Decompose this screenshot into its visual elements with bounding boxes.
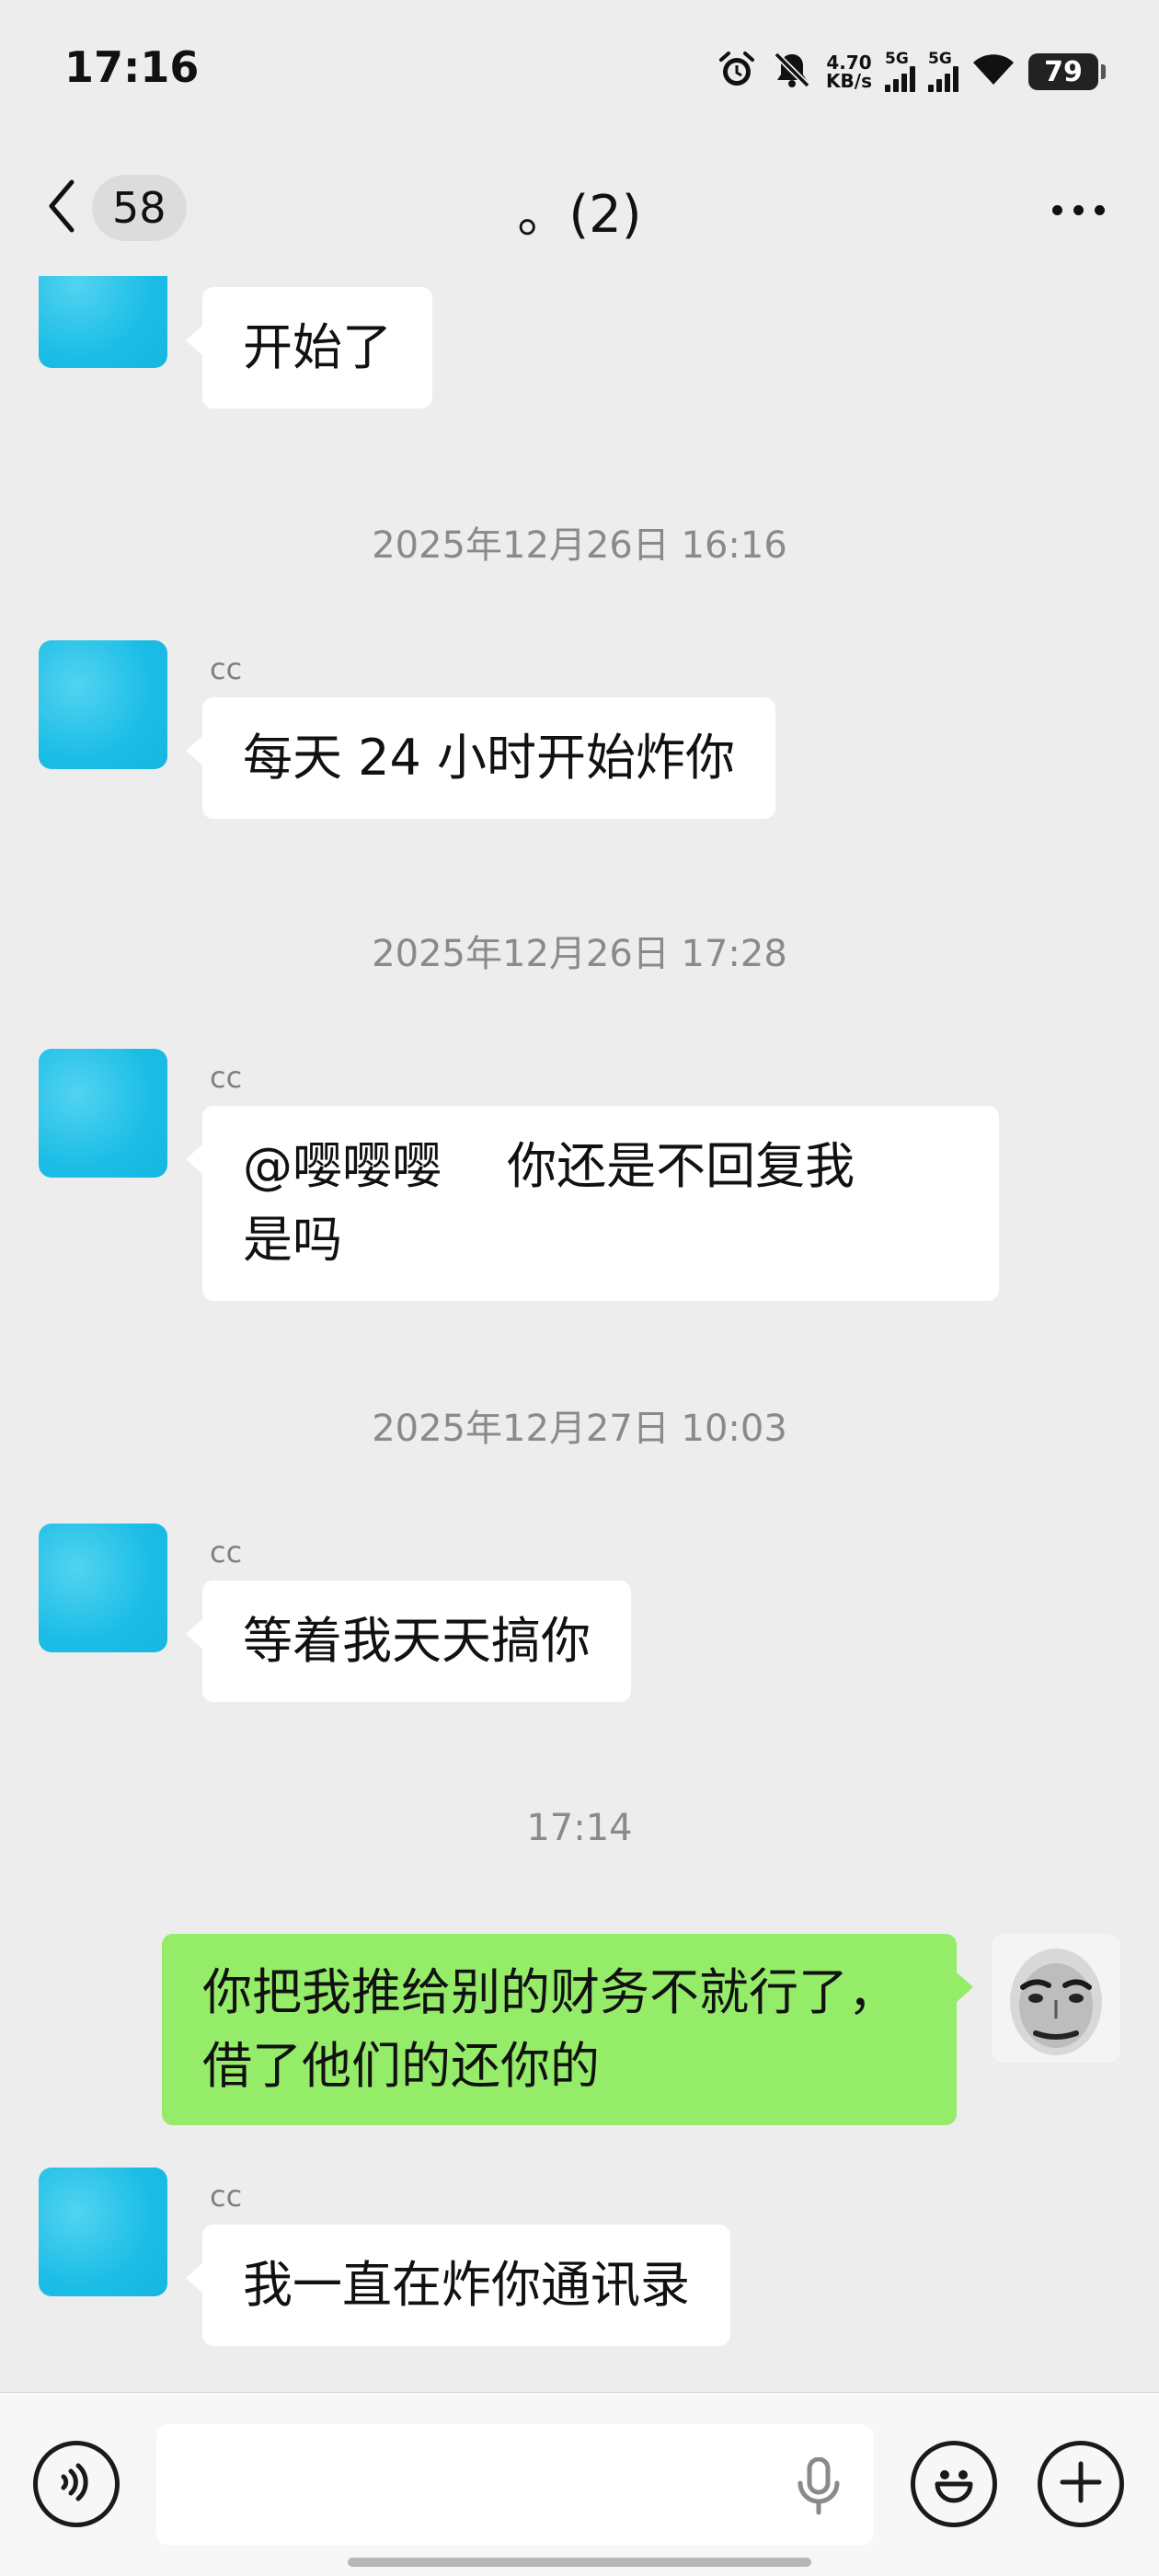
more-options-button[interactable] [1041, 182, 1115, 237]
sender-name: cc [210, 1060, 243, 1095]
message-bubble[interactable]: 开始了 [186, 287, 432, 408]
more-dot [1073, 204, 1084, 215]
status-time: 17:16 [64, 42, 200, 92]
voice-mode-button[interactable] [33, 2441, 120, 2527]
chat-title: 。(2) [517, 185, 642, 245]
emoji-icon [926, 2455, 981, 2513]
network-speed-value: 4.70 [826, 52, 872, 74]
message-text: 等着我天天搞你 [243, 1612, 591, 1670]
microphone-icon[interactable] [793, 2456, 844, 2516]
signal-icon: 5G [885, 52, 915, 92]
plus-icon [1055, 2456, 1107, 2512]
chat-header: 58 。(2) [0, 138, 1159, 276]
avatar[interactable] [39, 276, 167, 368]
voice-mode-icon [51, 2456, 102, 2512]
avatar[interactable] [39, 640, 167, 769]
sender-name: cc [210, 2179, 243, 2214]
message-bubble[interactable]: @嘤嘤嘤 你还是不回复我 是吗 [186, 1106, 999, 1301]
sender-name: cc [210, 651, 243, 686]
message-list[interactable]: 开始了 2025年12月26日 16:16 cc 每天 24 小时开始炸你 20… [0, 276, 1159, 2392]
network-speed: 4.70 KB/s [826, 53, 872, 90]
input-bar [0, 2392, 1159, 2576]
message-text-line: 是吗 [243, 1211, 342, 1269]
avatar[interactable] [39, 2168, 167, 2296]
timestamp: 2025年12月27日 10:03 [372, 1408, 787, 1450]
message-text-line: 你把我推给别的财务不就行了， [202, 1963, 898, 2021]
message-text: 开始了 [243, 318, 392, 376]
battery-icon: 79 [1028, 53, 1106, 90]
emoji-button[interactable] [911, 2441, 997, 2527]
timestamp: 17:14 [526, 1807, 633, 1849]
signal-type-label: 5G [928, 50, 952, 68]
more-functions-button[interactable] [1038, 2441, 1124, 2527]
alarm-icon [716, 49, 758, 95]
my-avatar[interactable] [992, 1934, 1120, 2063]
mute-icon [771, 49, 813, 95]
message-input[interactable] [156, 2424, 874, 2546]
battery-level: 79 [1044, 55, 1083, 88]
message-bubble[interactable]: 每天 24 小时开始炸你 [185, 697, 776, 819]
signal-type-label: 5G [885, 50, 909, 68]
message-bubble[interactable]: 等着我天天搞你 [186, 1581, 631, 1702]
avatar[interactable] [39, 1524, 167, 1652]
timestamp: 2025年12月26日 17:28 [372, 933, 787, 975]
message-text-line: @嘤嘤嘤 你还是不回复我 [243, 1137, 855, 1195]
message-bubble-outgoing[interactable]: 你把我推给别的财务不就行了， 借了他们的还你的 [162, 1934, 973, 2125]
message-text-line: 借了他们的还你的 [202, 2037, 600, 2095]
avatar[interactable] [39, 1049, 167, 1178]
message-text: 每天 24 小时开始炸你 [243, 729, 736, 787]
message-bubble[interactable]: 我一直在炸你通讯录 [186, 2225, 730, 2346]
home-indicator[interactable] [348, 2558, 811, 2567]
timestamp: 2025年12月26日 16:16 [372, 524, 787, 567]
signal-icon: 5G [928, 52, 958, 92]
status-bar: 17:16 4.70 KB/s 5G 5G 79 [0, 0, 1159, 138]
sender-name: cc [210, 1535, 243, 1570]
status-icons: 4.70 KB/s 5G 5G 79 [716, 46, 1106, 98]
more-dot [1094, 204, 1105, 215]
more-dot [1051, 204, 1062, 215]
message-text: 我一直在炸你通讯录 [243, 2256, 690, 2314]
wifi-icon [971, 52, 1016, 92]
network-speed-unit: KB/s [826, 70, 872, 92]
